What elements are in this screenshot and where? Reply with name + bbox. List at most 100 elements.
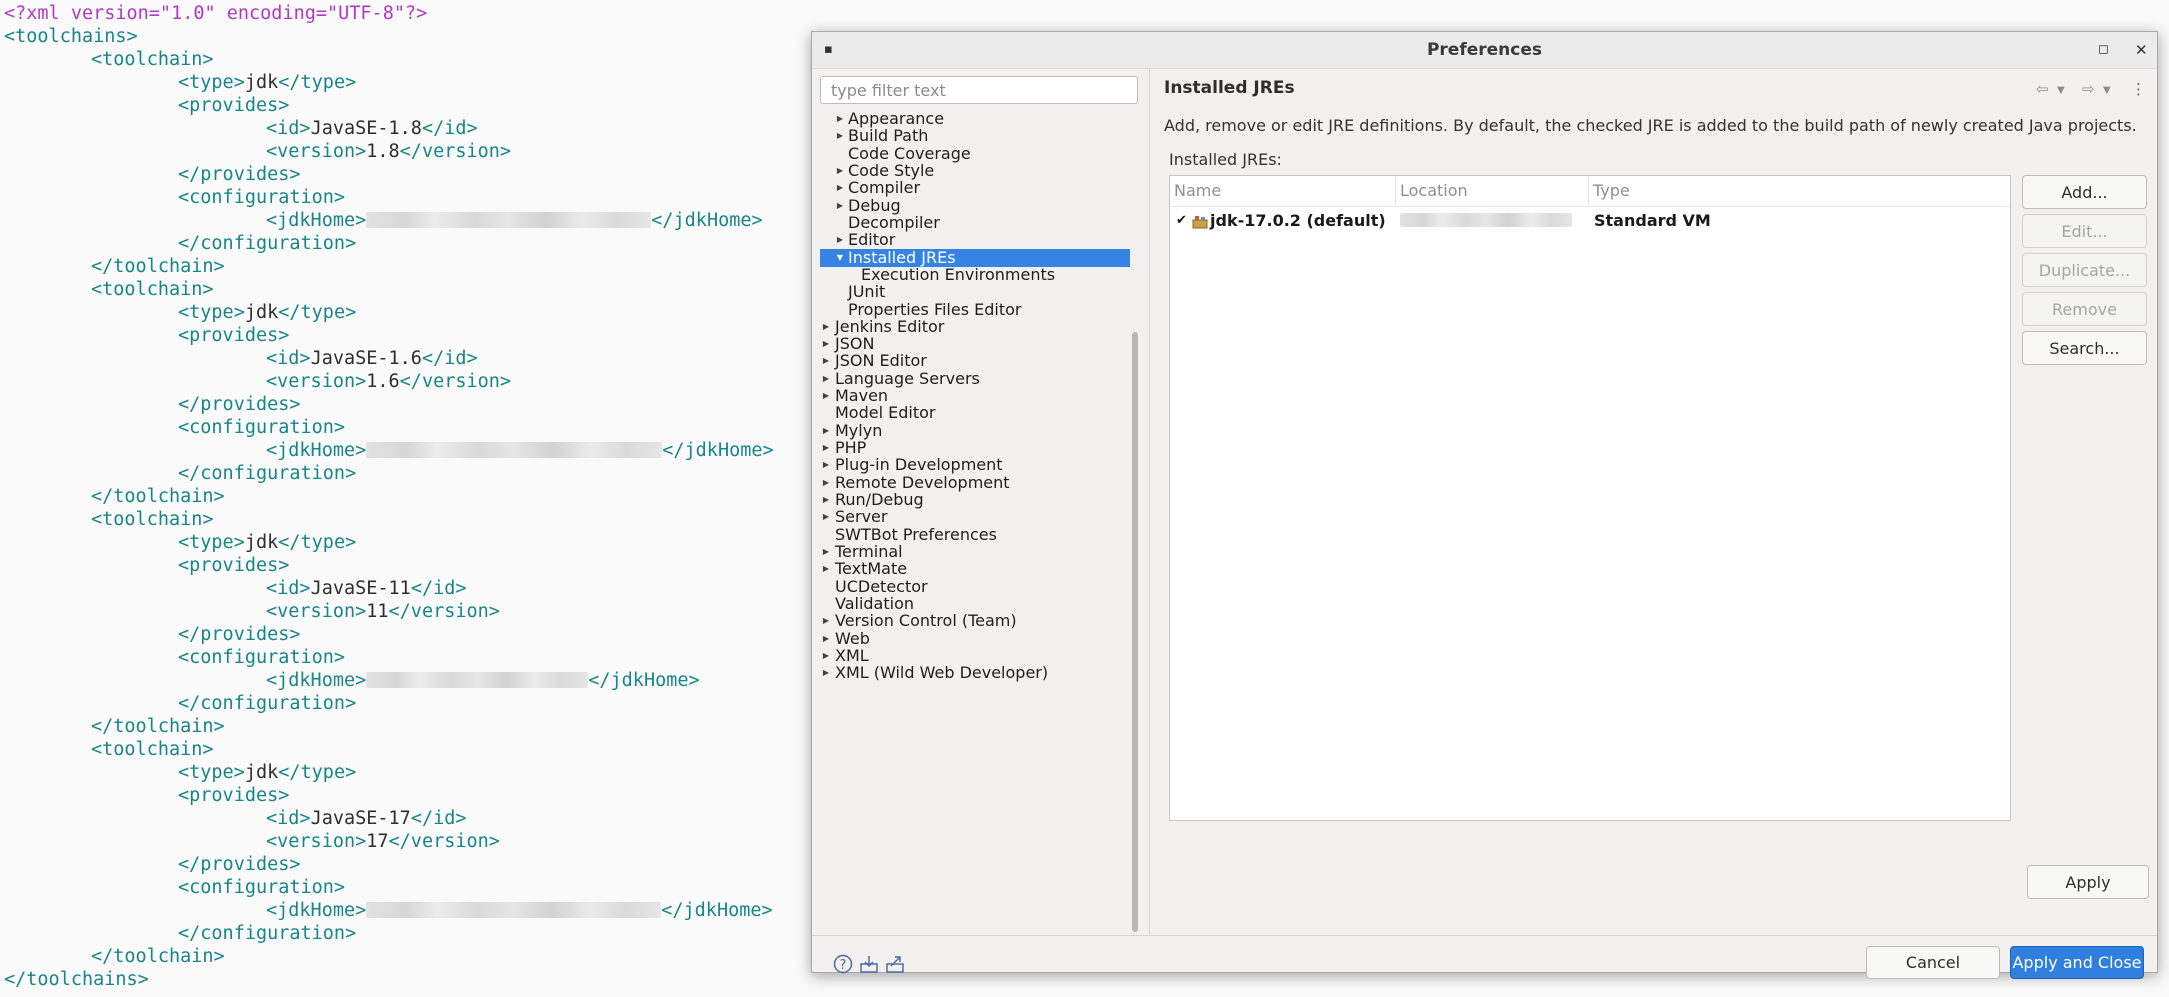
tree-item[interactable]: ▼ Installed JREs (820, 248, 1130, 267)
redacted-path (366, 442, 663, 458)
forward-arrow-icon[interactable]: ⇨ (2082, 80, 2095, 98)
chevron-right-icon[interactable]: ▶ (820, 508, 832, 526)
chevron-right-icon[interactable]: ▶ (820, 612, 832, 630)
maximize-icon[interactable]: ◻ (2098, 32, 2109, 68)
tree-item-label: Appearance (848, 110, 945, 128)
chevron-right-icon[interactable]: ▶ (834, 197, 846, 215)
export-icon[interactable] (885, 954, 905, 974)
back-arrow-icon[interactable]: ⇦ (2036, 80, 2049, 98)
xml-tag: </configuration> (178, 463, 357, 484)
tree-item[interactable]: Decompiler (820, 213, 1130, 232)
chevron-right-icon[interactable]: ▶ (834, 127, 846, 145)
tree-item[interactable]: ▶ Run/Debug (820, 491, 1130, 509)
chevron-right-icon[interactable]: ▶ (834, 110, 846, 128)
tree-item[interactable]: Validation (820, 594, 1130, 613)
tree-scrollbar-thumb[interactable] (1132, 332, 1138, 932)
chevron-down-icon[interactable]: ▼ (834, 249, 846, 267)
tree-item[interactable]: ▶ Web (820, 629, 1130, 648)
chevron-right-icon[interactable]: ▶ (820, 387, 832, 405)
tree-item[interactable]: ▶ JSON Editor (820, 352, 1130, 370)
chevron-right-icon[interactable]: ▶ (820, 474, 832, 492)
chevron-right-icon[interactable]: ▶ (820, 352, 832, 370)
tree-item-label: Server (835, 507, 888, 527)
tree-scrollbar[interactable] (1132, 112, 1138, 934)
edit-jre-button[interactable]: Edit... (2022, 214, 2147, 248)
xml-tag: <configuration> (178, 187, 346, 208)
cancel-button[interactable]: Cancel (1866, 946, 2000, 979)
pane-divider[interactable] (1149, 69, 1150, 935)
apply-and-close-button[interactable]: Apply and Close (2010, 946, 2144, 979)
xml-line: </provides> (178, 393, 301, 416)
dialog-titlebar[interactable]: ▪ Preferences ◻ ✕ (812, 32, 2157, 69)
tree-item[interactable]: ▶ XML (Wild Web Developer) (820, 664, 1130, 682)
jre-table[interactable]: Name Location Type ✔ jdk-17.0.2 (default… (1169, 175, 2011, 821)
column-header-name[interactable]: Name (1170, 176, 1396, 206)
preferences-tree[interactable]: ▶ Appearance ▶ Build Path Code Coverage ▶ Code… (820, 110, 1138, 936)
tree-item[interactable]: ▶ Remote Development (820, 473, 1130, 492)
search-jre-button[interactable]: Search... (2022, 331, 2147, 365)
chevron-right-icon[interactable]: ▶ (820, 560, 832, 578)
tree-item[interactable]: ▶ Compiler (820, 179, 1130, 197)
tree-item[interactable]: ▶ Language Servers (820, 369, 1130, 388)
chevron-right-icon[interactable]: ▶ (820, 543, 832, 561)
import-icon[interactable] (859, 954, 879, 974)
tree-item[interactable]: Model Editor (820, 404, 1130, 422)
chevron-right-icon[interactable]: ▶ (820, 318, 832, 336)
tree-item[interactable]: ▶ Version Control (Team) (820, 612, 1130, 630)
close-icon[interactable]: ✕ (2135, 32, 2148, 68)
chevron-right-icon[interactable]: ▶ (820, 647, 832, 665)
apply-button[interactable]: Apply (2027, 865, 2149, 899)
tree-item[interactable]: ▶ Editor (820, 231, 1130, 249)
tree-item[interactable]: ▶ Plug-in Development (820, 456, 1130, 474)
tree-item[interactable]: ▶ TextMate (820, 560, 1130, 578)
chevron-right-icon[interactable]: ▶ (834, 179, 846, 197)
chevron-right-icon[interactable]: ▶ (820, 370, 832, 388)
help-icon[interactable]: ? (833, 954, 853, 974)
jre-name: jdk-17.0.2 (default) (1210, 211, 1386, 230)
tree-item[interactable]: ▶ XML (820, 646, 1130, 665)
tree-item-label: Plug-in Development (835, 455, 1003, 475)
chevron-right-icon[interactable]: ▶ (820, 335, 832, 353)
redacted-path (366, 902, 662, 918)
tree-item[interactable]: ▶ Maven (820, 387, 1130, 405)
chevron-right-icon[interactable]: ▶ (820, 664, 832, 682)
tree-item[interactable]: ▶ Server (820, 508, 1130, 526)
duplicate-jre-button[interactable]: Duplicate... (2022, 253, 2147, 287)
xml-editor[interactable]: <?xml version="1.0" encoding="UTF-8"?> <t… (0, 0, 810, 997)
tree-item[interactable]: ▶ Appearance (820, 110, 1130, 128)
filter-input[interactable] (820, 76, 1138, 104)
column-header-type[interactable]: Type (1589, 176, 1789, 206)
add-jre-button[interactable]: Add... (2022, 175, 2147, 209)
tree-item-label: SWTBot Preferences (835, 524, 997, 544)
tree-item[interactable]: ▶ Jenkins Editor (820, 317, 1130, 336)
tree-item[interactable]: ▶ PHP (820, 439, 1130, 457)
chevron-right-icon[interactable]: ▶ (820, 456, 832, 474)
back-menu-icon[interactable]: ▼ (2057, 85, 2065, 96)
tree-item[interactable]: SWTBot Preferences (820, 524, 1130, 544)
remove-jre-button[interactable]: Remove (2022, 292, 2147, 326)
forward-menu-icon[interactable]: ▼ (2103, 85, 2111, 96)
tree-item[interactable]: UCDetector (820, 577, 1130, 596)
view-menu-icon[interactable]: ⋮ (2131, 80, 2146, 98)
chevron-right-icon[interactable]: ▶ (820, 439, 832, 457)
column-header-location[interactable]: Location (1396, 176, 1589, 206)
xml-tag: </provides> (178, 394, 301, 415)
tree-item[interactable]: Execution Environments (820, 265, 1130, 284)
tree-item[interactable]: ▶ Build Path (820, 127, 1130, 145)
xml-line: <toolchains> (4, 25, 138, 48)
xml-line: <provides> (178, 324, 289, 347)
chevron-right-icon[interactable]: ▶ (820, 491, 832, 509)
tree-item[interactable]: ▶ JSON (820, 335, 1130, 353)
chevron-right-icon[interactable]: ▶ (820, 422, 832, 440)
chevron-right-icon[interactable]: ▶ (820, 630, 832, 648)
tree-item[interactable]: ▶ Mylyn (820, 421, 1130, 440)
tree-item[interactable]: ▶ Code Style (820, 161, 1130, 180)
tree-item[interactable]: Properties Files Editor (820, 300, 1130, 319)
tree-item[interactable]: Code Coverage (820, 144, 1130, 163)
chevron-right-icon[interactable]: ▶ (834, 162, 846, 180)
tree-item[interactable]: JUnit (820, 283, 1130, 301)
chevron-right-icon[interactable]: ▶ (834, 231, 846, 249)
tree-item[interactable]: ▶ Terminal (820, 543, 1130, 561)
tree-item[interactable]: ▶ Debug (820, 196, 1130, 215)
default-jre-checkbox[interactable]: ✔ (1176, 214, 1189, 227)
